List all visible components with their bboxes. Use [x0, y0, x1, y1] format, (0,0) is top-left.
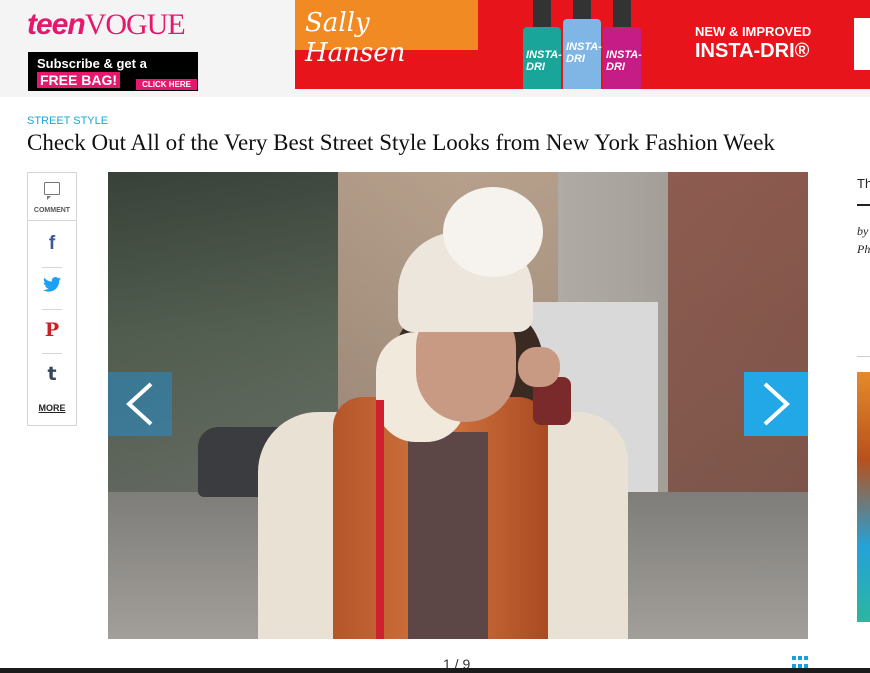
- subscribe-banner[interactable]: Subscribe & get a FREE BAG! CLICK HERE: [28, 52, 198, 91]
- bottle-teal: INSTA-DRI: [523, 0, 562, 89]
- article-title: Check Out All of the Very Best Street St…: [27, 130, 775, 155]
- pinterest-icon: P: [44, 319, 60, 341]
- bottle-label: INSTA-DRI: [566, 41, 602, 65]
- comment-label: COMMENT: [33, 207, 71, 214]
- twitter-share-button[interactable]: [28, 269, 76, 309]
- right-rail-rule: [857, 204, 870, 206]
- bottom-bar: [0, 668, 870, 673]
- previous-slide-button[interactable]: [108, 372, 172, 436]
- ad-brand: Sally Hansen: [295, 0, 478, 68]
- ad-cta-edge[interactable]: [854, 18, 870, 70]
- bottle-label: INSTA-DRI: [526, 49, 562, 73]
- right-rail-byline: by: [857, 224, 869, 238]
- right-rail: Th by Ph: [857, 172, 870, 632]
- divider: [857, 356, 870, 357]
- section-label[interactable]: STREET STYLE: [27, 115, 108, 127]
- sally-hansen-ad[interactable]: Sally Hansen INSTA-DRI INSTA-DRI INSTA-D…: [295, 0, 870, 89]
- street-style-figure: [108, 172, 808, 639]
- divider: [42, 353, 62, 354]
- comment-button[interactable]: COMMENT: [28, 173, 76, 221]
- divider: [42, 309, 62, 310]
- logo-teen-text: teen: [27, 8, 86, 41]
- bottle-blue: INSTA-DRI: [563, 0, 602, 89]
- subscribe-line2: FREE BAG!: [37, 72, 120, 88]
- bottle-label: INSTA-DRI: [606, 49, 642, 73]
- bottle-magenta: INSTA-DRI: [603, 0, 642, 89]
- ad-tagline2: INSTA-DRI®: [695, 40, 810, 62]
- slideshow-image[interactable]: [108, 172, 808, 639]
- comment-icon: [44, 182, 60, 200]
- more-share-link[interactable]: MORE: [28, 403, 76, 413]
- right-rail-text: Th: [857, 176, 870, 191]
- chevron-left-icon: [126, 382, 153, 426]
- right-rail-photo-credit: Ph: [857, 242, 870, 256]
- tumblr-share-button[interactable]: t: [28, 355, 76, 395]
- chevron-right-icon: [763, 382, 790, 426]
- divider: [42, 267, 62, 268]
- next-slide-button[interactable]: [744, 372, 808, 436]
- nail-polish-bottles: INSTA-DRI INSTA-DRI INSTA-DRI: [523, 0, 643, 89]
- click-here-button[interactable]: CLICK HERE: [136, 79, 197, 90]
- twitter-icon: [43, 277, 61, 296]
- ad-tagline1: NEW & IMPROVED: [695, 24, 812, 39]
- facebook-share-button[interactable]: f: [28, 225, 76, 265]
- right-rail-image[interactable]: [857, 372, 870, 622]
- tumblr-icon: t: [47, 363, 57, 385]
- site-header: teen VOGUE Subscribe & get a FREE BAG! C…: [0, 0, 870, 97]
- logo-vogue-text: VOGUE: [84, 8, 186, 41]
- teen-vogue-logo[interactable]: teen VOGUE: [27, 8, 186, 42]
- pinterest-share-button[interactable]: P: [28, 311, 76, 351]
- facebook-icon: f: [48, 233, 56, 254]
- share-rail: COMMENT f P t MORE: [27, 172, 77, 426]
- subscribe-line1: Subscribe & get a: [37, 56, 147, 71]
